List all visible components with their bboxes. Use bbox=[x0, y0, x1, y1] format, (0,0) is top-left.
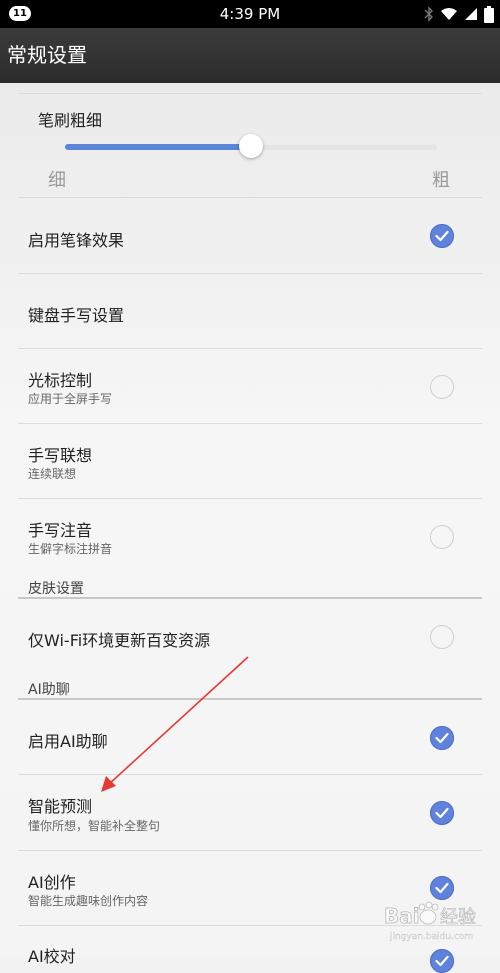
svg-text:Bai: Bai bbox=[384, 904, 420, 928]
smart-predict-description: 懂你所想，智能补全整句 bbox=[28, 819, 161, 833]
wifi-icon bbox=[440, 7, 458, 21]
smart-predict-label: 智能预测 bbox=[28, 797, 93, 816]
watermark-logo: Bai 经验 jingyan.baidu.com bbox=[380, 897, 492, 945]
divider bbox=[18, 774, 482, 775]
divider bbox=[18, 348, 482, 349]
section-title-skin: 皮肤设置 bbox=[28, 581, 84, 597]
pen-tip-checkbox[interactable] bbox=[430, 224, 454, 248]
ai-enable-checkbox[interactable] bbox=[430, 726, 454, 750]
svg-text:经验: 经验 bbox=[440, 907, 476, 928]
cursor-control-checkbox[interactable] bbox=[430, 375, 454, 399]
check-icon bbox=[435, 807, 449, 819]
cursor-control-description: 应用于全屏手写 bbox=[28, 392, 113, 406]
brush-max-label: 粗 bbox=[432, 170, 450, 191]
brush-slider-thumb[interactable] bbox=[239, 134, 263, 158]
keyboard-handwriting-label: 键盘手写设置 bbox=[28, 306, 125, 325]
divider bbox=[18, 850, 482, 851]
ai-enable-label: 启用AI助聊 bbox=[28, 732, 108, 751]
brush-slider-fill bbox=[65, 144, 251, 150]
smart-predict-checkbox[interactable] bbox=[430, 801, 454, 825]
wifi-update-label: 仅Wi-Fi环境更新百变资源 bbox=[28, 631, 211, 650]
section-divider bbox=[18, 597, 482, 599]
divider bbox=[18, 93, 482, 94]
phonetic-description: 生僻字标注拼音 bbox=[28, 542, 113, 556]
association-label: 手写联想 bbox=[28, 446, 93, 465]
check-icon bbox=[435, 732, 449, 744]
phonetic-label: 手写注音 bbox=[28, 521, 93, 540]
battery-icon bbox=[484, 5, 494, 23]
association-description: 连续联想 bbox=[28, 467, 77, 481]
brush-min-label: 细 bbox=[48, 170, 66, 191]
divider bbox=[18, 197, 482, 198]
ai-proofread-label: AI校对 bbox=[28, 947, 76, 966]
pen-tip-label: 启用笔锋效果 bbox=[28, 231, 125, 250]
page-title: 常规设置 bbox=[7, 43, 87, 67]
svg-text:jingyan.baidu.com: jingyan.baidu.com bbox=[389, 932, 473, 942]
status-bar: 11 4:39 PM bbox=[0, 0, 500, 28]
check-icon bbox=[435, 955, 449, 967]
check-icon bbox=[435, 230, 449, 242]
cursor-control-label: 光标控制 bbox=[28, 371, 93, 390]
brush-thickness-label: 笔刷粗细 bbox=[38, 111, 103, 130]
divider bbox=[18, 423, 482, 424]
signal-icon bbox=[464, 7, 478, 21]
ai-create-label: AI创作 bbox=[28, 873, 76, 892]
wifi-update-checkbox[interactable] bbox=[430, 625, 454, 649]
app-bar: 常规设置 bbox=[0, 28, 500, 83]
ai-proofread-checkbox[interactable] bbox=[430, 949, 454, 973]
section-divider bbox=[18, 698, 482, 700]
divider bbox=[18, 273, 482, 274]
settings-list[interactable]: 笔刷粗细 细 粗 启用笔锋效果 键盘手写设置 光标控制 应用于全屏手写 手写联想… bbox=[0, 83, 500, 973]
ai-create-description: 智能生成趣味创作内容 bbox=[28, 894, 149, 908]
check-icon bbox=[435, 882, 449, 894]
phonetic-checkbox[interactable] bbox=[430, 525, 454, 549]
bluetooth-icon bbox=[424, 6, 434, 22]
divider bbox=[18, 498, 482, 499]
section-title-ai: AI助聊 bbox=[28, 682, 70, 698]
